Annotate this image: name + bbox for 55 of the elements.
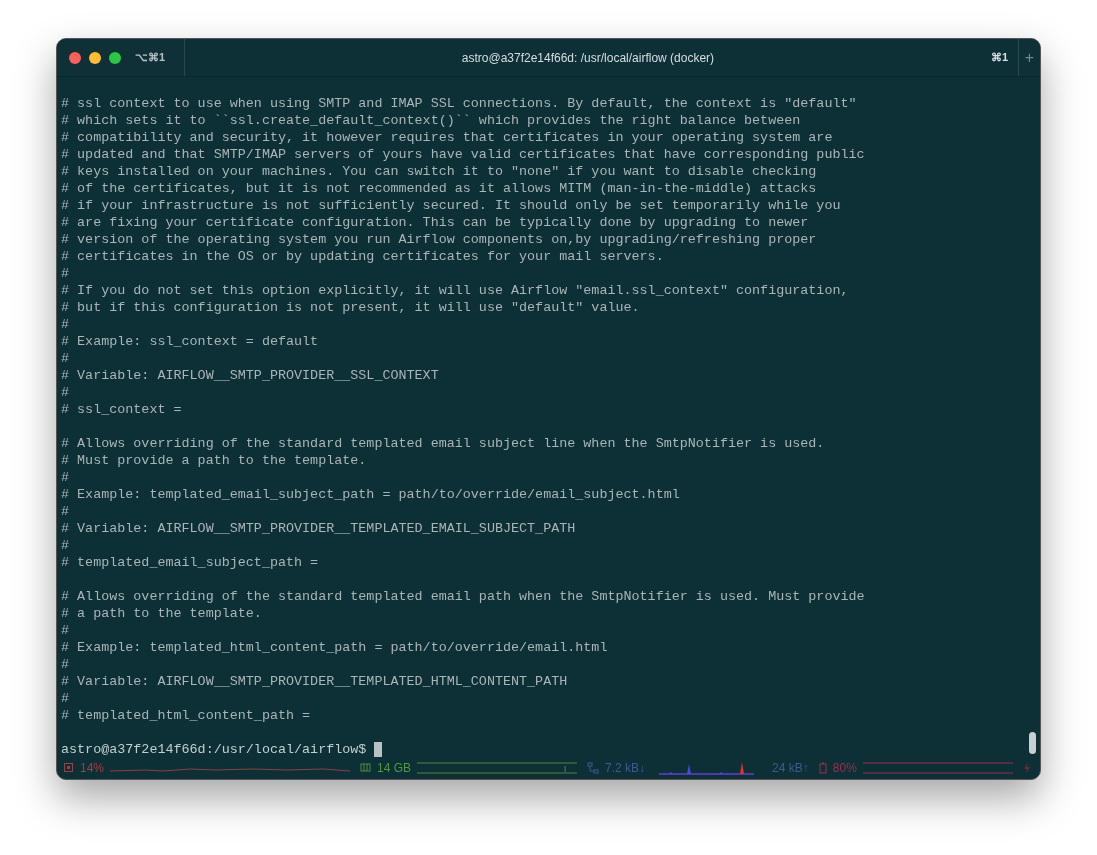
terminal-line: # which sets it to ``ssl.create_default_context()`` which provides the right balance between [61, 112, 802, 129]
download-rate: 7.2 kB↓ [605, 760, 646, 775]
terminal-line: # Variable: AIRFLOW__SMTP_PROVIDER__TEMPLATED_EMAIL_SUBJECT_PATH [61, 520, 577, 537]
terminal-line: # keys installed on your machines. You can switch it to "none" if you want to disable checking [61, 163, 818, 180]
terminal-line: # templated_email_subject_path = [61, 554, 320, 571]
terminal-line: # ssl context to use when using SMTP and IMAP SSL connections. By default, the context is "default" [61, 95, 858, 112]
terminal-line: # [61, 316, 71, 333]
terminal-line: # but if this configuration is not present, it will use "default" value. [61, 299, 641, 316]
upload-rate: 24 kB↑ [772, 760, 809, 775]
terminal-line: # [61, 503, 71, 520]
zoom-icon[interactable] [109, 51, 121, 64]
tab-shortcut: ⌥⌘1 [135, 51, 166, 64]
battery-level: 80% [832, 760, 857, 775]
tab-shortcut: ⌘1 [990, 51, 1008, 64]
terminal-line: # Example: templated_email_subject_path = path/to/override/email_subject.html [61, 486, 681, 503]
minimize-icon[interactable] [89, 51, 101, 64]
battery-icon [818, 761, 827, 774]
text-cursor [374, 742, 383, 757]
terminal-line: # if your infrastructure is not sufficiently secured. It should only be set temporarily while you [61, 197, 842, 214]
shell-prompt: astro@a37f2e14f66d:/usr/local/airflow$ [61, 741, 367, 758]
terminal-line: # templated_html_content_path = [61, 707, 312, 724]
terminal-line: # compatibility and security, it however requires that certificates in your operating system are [61, 129, 834, 146]
terminal-line: # certificates in the OS or by updating certificates for your mail servers. [61, 248, 665, 265]
terminal-line: # [61, 622, 71, 639]
terminal-line: # Allows overriding of the standard templated email path when the SmtpNotifier is used. Must provide [61, 588, 866, 605]
terminal-line: # version of the operating system you run Airflow components on,by upgrading/refreshing proper [61, 231, 818, 248]
lightning-icon [1022, 761, 1031, 774]
window-title: astro@a37f2e14f66d: /usr/local/airflow (docker) [460, 50, 716, 65]
memory-usage: 14 GB [377, 760, 412, 775]
terminal-line: # Allows overriding of the standard templated email subject line when the SmtpNotifier is used. [61, 435, 826, 452]
new-tab-button[interactable]: + [1018, 39, 1040, 76]
memory-icon [360, 762, 372, 773]
network-icon [587, 761, 600, 774]
terminal-line: # Variable: AIRFLOW__SMTP_PROVIDER__TEMPLATED_HTML_CONTENT_PATH [61, 673, 569, 690]
terminal-line: # updated and that SMTP/IMAP servers of yours have valid certificates that have corresponding public [61, 146, 866, 163]
terminal-line: # Must provide a path to the template. [61, 452, 368, 469]
terminal-line: # Example: templated_html_content_path = path/to/override/email.html [61, 639, 609, 656]
terminal-line: # [61, 537, 71, 554]
chip-icon [63, 762, 74, 773]
terminal-line: # [61, 656, 71, 673]
terminal-line: # If you do not set this option explicitly, it will use Airflow "email.ssl_context" configuration, [61, 282, 850, 299]
terminal-line: # of the certificates, but it is not recommended as it allows MITM (man-in-the-middle) attacks [61, 180, 818, 197]
terminal-line: # a path to the template. [61, 605, 263, 622]
terminal-line: # [61, 350, 71, 367]
cpu-usage: 14% [80, 760, 105, 775]
terminal-line: # [61, 469, 71, 486]
terminal-line: # ssl_context = [61, 401, 183, 418]
terminal-line: # Example: ssl_context = default [61, 333, 320, 350]
terminal-line: # Variable: AIRFLOW__SMTP_PROVIDER__SSL_CONTEXT [61, 367, 440, 384]
terminal-line: # [61, 265, 71, 282]
terminal-line: # [61, 384, 71, 401]
terminal-line: # [61, 690, 71, 707]
terminal-line: # are fixing your certificate configuration. This can be typically done by upgrading to newer [61, 214, 810, 231]
scrollbar-thumb[interactable] [1029, 732, 1036, 754]
close-icon[interactable] [69, 51, 81, 64]
